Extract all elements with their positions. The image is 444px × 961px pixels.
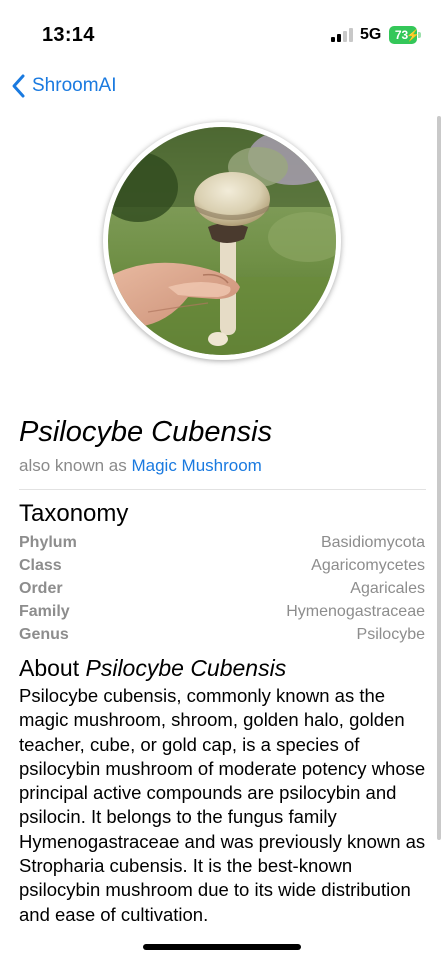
taxonomy-row-order: Order Agaricales	[19, 577, 425, 600]
about-heading-species: Psilocybe Cubensis	[85, 655, 287, 681]
taxonomy-row-family: Family Hymenogastraceae	[19, 600, 425, 623]
status-time: 13:14	[42, 24, 95, 46]
battery-icon: 73 ⚡	[389, 26, 421, 44]
taxonomy-value: Basidiomycota	[320, 533, 425, 551]
taxonomy-table: Phylum Basidiomycota Class Agaricomycete…	[19, 531, 425, 646]
taxonomy-value: Agaricales	[350, 579, 425, 597]
about-heading-prefix: About	[19, 655, 80, 681]
taxonomy-key: Family	[19, 602, 70, 620]
species-title: Psilocybe Cubensis	[19, 416, 273, 448]
status-bar: 13:14 5G 73 ⚡	[0, 0, 444, 64]
taxonomy-key: Class	[19, 556, 62, 574]
species-photo	[103, 122, 341, 360]
back-button[interactable]: ShroomAI	[10, 68, 116, 104]
taxonomy-row-phylum: Phylum Basidiomycota	[19, 531, 425, 554]
taxonomy-key: Genus	[19, 625, 69, 643]
also-known-as: also known as Magic Mushroom	[19, 456, 262, 476]
mushroom-photo-image	[108, 127, 336, 355]
about-heading: About Psilocybe Cubensis	[19, 655, 286, 682]
taxonomy-row-class: Class Agaricomycetes	[19, 554, 425, 577]
taxonomy-row-genus: Genus Psilocybe	[19, 623, 425, 646]
about-description: Psilocybe cubensis, commonly known as th…	[19, 685, 426, 925]
taxonomy-value: Psilocybe	[356, 625, 425, 643]
cellular-signal-icon	[331, 28, 355, 42]
chevron-left-icon	[12, 74, 25, 98]
home-indicator[interactable]	[143, 944, 301, 950]
taxonomy-key: Order	[19, 579, 63, 597]
taxonomy-value: Hymenogastraceae	[286, 602, 425, 620]
navigation-bar: ShroomAI	[0, 68, 444, 104]
taxonomy-value: Agaricomycetes	[311, 556, 425, 574]
network-type: 5G	[360, 26, 382, 43]
common-name-link[interactable]: Magic Mushroom	[131, 456, 261, 475]
divider	[19, 489, 426, 490]
back-label: ShroomAI	[32, 75, 117, 96]
scrollbar[interactable]	[437, 116, 441, 840]
battery-cap	[418, 32, 421, 38]
taxonomy-key: Phylum	[19, 533, 77, 551]
also-known-as-prefix: also known as	[19, 456, 127, 475]
taxonomy-heading: Taxonomy	[19, 500, 129, 527]
